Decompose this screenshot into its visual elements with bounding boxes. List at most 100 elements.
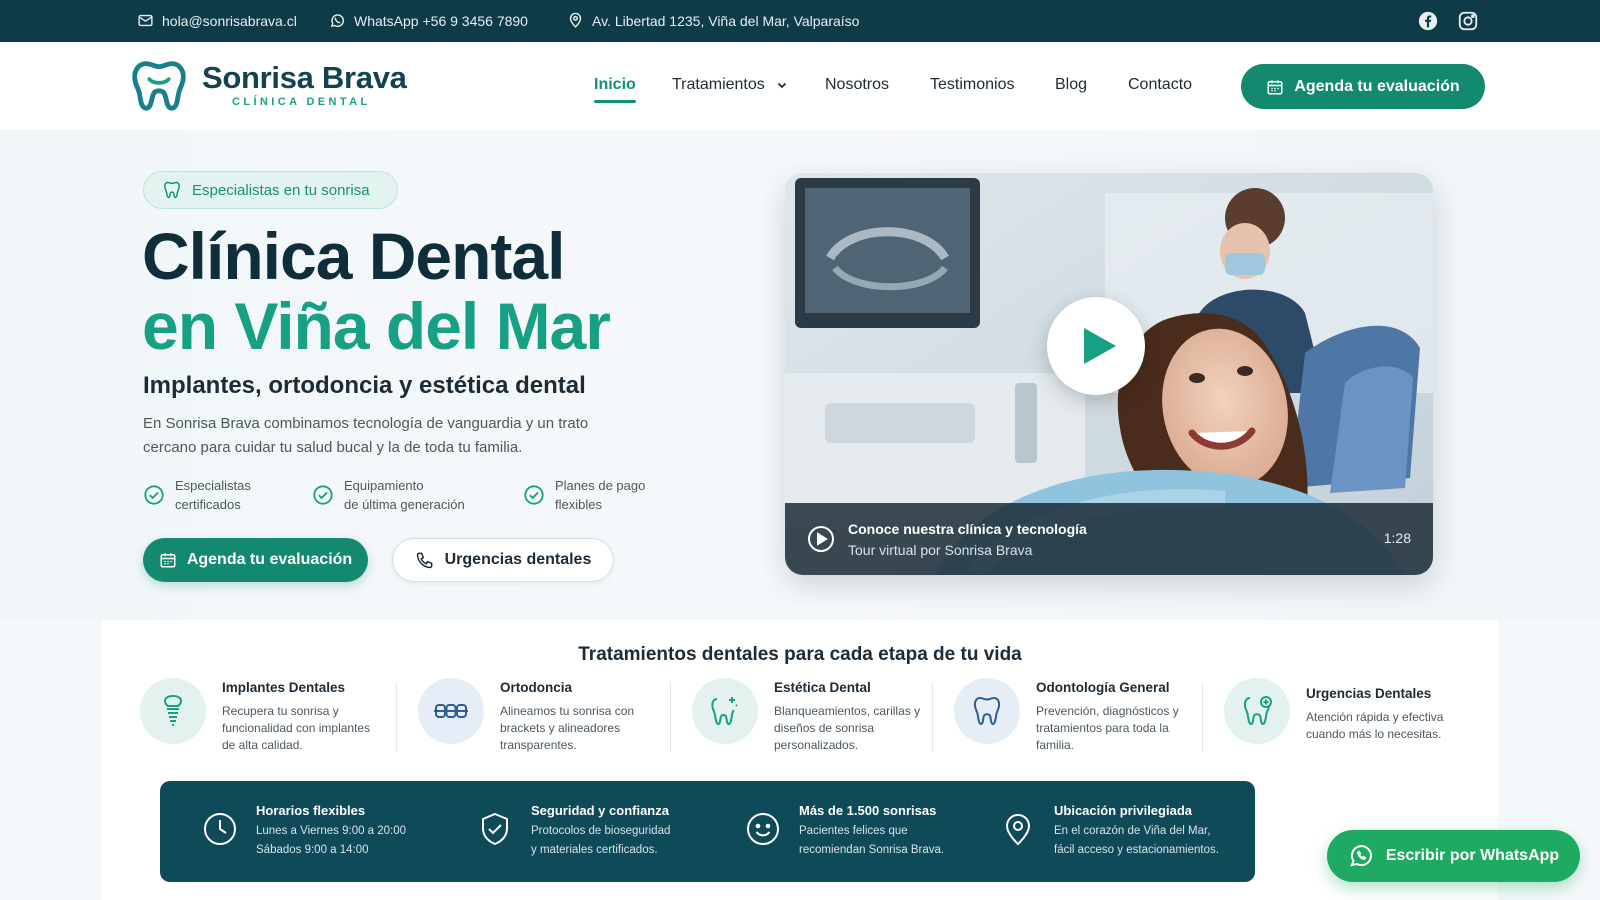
feature-line1: Planes de pago (555, 478, 646, 493)
tooth-logo-icon (132, 61, 186, 111)
info-line1: En el corazón de Viña del Mar, (1054, 825, 1211, 837)
video-card[interactable]: Conoce nuestra clínica y tecnología Tour… (785, 173, 1433, 575)
logo[interactable]: Sonrisa Brava CLÍNICA DENTAL (130, 56, 407, 114)
nav-nosotros[interactable]: Nosotros (825, 76, 889, 94)
treatment-card[interactable]: Urgencias Dentales Atención rápida y efe… (1224, 678, 1451, 744)
feature-line2: certificados (175, 497, 241, 512)
video-subtitle: Tour virtual por Sonrisa Brava (848, 542, 1033, 558)
divider (1202, 682, 1203, 752)
info-line2: fácil acceso y estacionamientos. (1054, 844, 1219, 856)
check-circle-icon (144, 485, 164, 505)
info-line2: y materiales certificados. (531, 844, 658, 856)
feature-line2: flexibles (555, 497, 602, 512)
info-line1: Lunes a Viernes 9:00 a 20:00 (256, 825, 407, 837)
facebook-icon[interactable] (1417, 10, 1439, 32)
email-link[interactable]: hola@sonrisabrava.cl (137, 12, 297, 29)
emergency-tooth-icon (1224, 678, 1290, 744)
brand-tagline: CLÍNICA DENTAL (232, 96, 371, 108)
treatment-desc: Prevención, diagnósticos y tratamientos … (1036, 704, 1179, 752)
feature-line1: Especialistas (175, 478, 251, 493)
info-title: Horarios flexibles (256, 803, 366, 818)
hero-schedule-button[interactable]: Agenda tu evaluación (143, 538, 368, 582)
implant-icon (140, 678, 206, 744)
brand-name: Sonrisa Brava (202, 60, 407, 95)
smile-icon (747, 813, 779, 845)
treatment-title: Urgencias Dentales (1306, 686, 1432, 701)
mail-icon (138, 14, 153, 27)
header-schedule-button[interactable]: Agenda tu evaluación (1241, 64, 1485, 109)
video-duration: 1:28 (1383, 530, 1411, 546)
treatment-title: Estética Dental (774, 680, 871, 695)
treatments-heading: Tratamientos dentales para cada etapa de… (578, 644, 1022, 665)
feature-line2: de última generación (344, 497, 465, 512)
phone-icon (416, 552, 433, 569)
emergency-button[interactable]: Urgencias dentales (392, 538, 614, 582)
treatment-desc: Blanqueamientos, carillas y diseños de s… (774, 704, 921, 752)
nav-tratamientos-label: Tratamientos (672, 76, 765, 93)
braces-icon (418, 678, 484, 744)
tooth-icon (164, 181, 180, 199)
hero-feature: Especialistas certificados (143, 476, 251, 514)
divider (670, 682, 671, 752)
clock-icon (204, 813, 236, 845)
info-title: Ubicación privilegiada (1054, 803, 1192, 818)
treatment-desc: Alineamos tu sonrisa con brackets y alin… (500, 704, 635, 752)
address-link[interactable]: Av. Libertad 1235, Viña del Mar, Valpara… (567, 12, 859, 29)
hero-lead: En Sonrisa Brava combinamos tecnología d… (143, 415, 589, 456)
hero-badge: Especialistas en tu sonrisa (143, 171, 398, 209)
calendar-icon (1267, 79, 1283, 94)
video-info-bar: Conoce nuestra clínica y tecnología Tour… (785, 503, 1433, 575)
info-item: Ubicación privilegiada En el corazón de … (1000, 803, 1219, 860)
treatment-title: Implantes Dentales (222, 680, 346, 695)
treatment-card[interactable]: Ortodoncia Alineamos tu sonrisa con brac… (418, 678, 650, 754)
treatment-title: Odontología General (1036, 680, 1170, 695)
hero-title-line1: Clínica Dental (142, 219, 565, 293)
whatsapp-float-button[interactable]: Escribir por WhatsApp (1327, 830, 1580, 882)
hero-badge-text: Especialistas en tu sonrisa (192, 181, 370, 199)
info-line1: Protocolos de bioseguridad (531, 825, 671, 837)
info-item: Seguridad y confianza Protocolos de bios… (477, 803, 670, 860)
location-pin-icon (1005, 814, 1031, 846)
sparkle-tooth-icon (692, 678, 758, 744)
nav-contacto[interactable]: Contacto (1128, 76, 1192, 94)
hero-subtitle: Implantes, ortodoncia y estética dental (143, 372, 586, 399)
top-contact-bar: hola@sonrisabrava.cl WhatsApp +56 9 3456… (0, 0, 1600, 42)
whatsapp-icon (330, 14, 345, 28)
info-band: Horarios flexibles Lunes a Viernes 9:00 … (160, 781, 1255, 882)
info-line1: Pacientes felices que (799, 825, 908, 837)
whatsapp-icon (1350, 845, 1372, 867)
feature-line1: Equipamiento (344, 478, 424, 493)
play-icon (1084, 328, 1116, 364)
whatsapp-link[interactable]: WhatsApp +56 9 3456 7890 (329, 12, 528, 29)
treatment-card[interactable]: Implantes Dentales Recupera tu sonrisa y… (140, 678, 372, 754)
hero-feature: Planes de pago flexibles (523, 476, 645, 514)
info-line2: Sábados 9:00 a 14:00 (256, 844, 369, 856)
divider (396, 682, 397, 752)
divider (932, 682, 933, 752)
play-button[interactable] (1047, 297, 1145, 395)
info-item: Horarios flexibles Lunes a Viernes 9:00 … (202, 803, 406, 860)
tooth-icon (954, 678, 1020, 744)
email-text: hola@sonrisabrava.cl (162, 12, 297, 29)
whatsapp-float-label: Escribir por WhatsApp (1385, 847, 1560, 864)
play-circle-icon[interactable] (807, 525, 835, 553)
treatment-card[interactable]: Estética Dental Blanqueamientos, carilla… (692, 678, 924, 754)
nav-inicio[interactable]: Inicio (594, 76, 636, 103)
treatment-desc: Atención rápida y efectiva cuando más lo… (1306, 710, 1444, 741)
location-icon (569, 12, 582, 28)
check-circle-icon (524, 485, 544, 505)
info-title: Seguridad y confianza (531, 803, 669, 818)
instagram-icon[interactable] (1457, 10, 1479, 32)
nav-testimonios[interactable]: Testimonios (930, 76, 1014, 94)
treatment-card[interactable]: Odontología General Prevención, diagnóst… (954, 678, 1186, 754)
chevron-down-icon (778, 82, 787, 89)
info-item: Más de 1.500 sonrisas Pacientes felices … (745, 803, 944, 860)
emergency-label: Urgencias dentales (444, 551, 592, 568)
hero-schedule-label: Agenda tu evaluación (186, 551, 353, 568)
calendar-icon (160, 553, 176, 568)
nav-blog[interactable]: Blog (1055, 76, 1087, 94)
hero-feature: Equipamiento de última generación (312, 476, 465, 514)
treatment-desc: Recupera tu sonrisa y funcionalidad con … (222, 704, 371, 752)
nav-tratamientos[interactable]: Tratamientos (672, 76, 787, 94)
address-text: Av. Libertad 1235, Viña del Mar, Valpara… (592, 12, 860, 29)
